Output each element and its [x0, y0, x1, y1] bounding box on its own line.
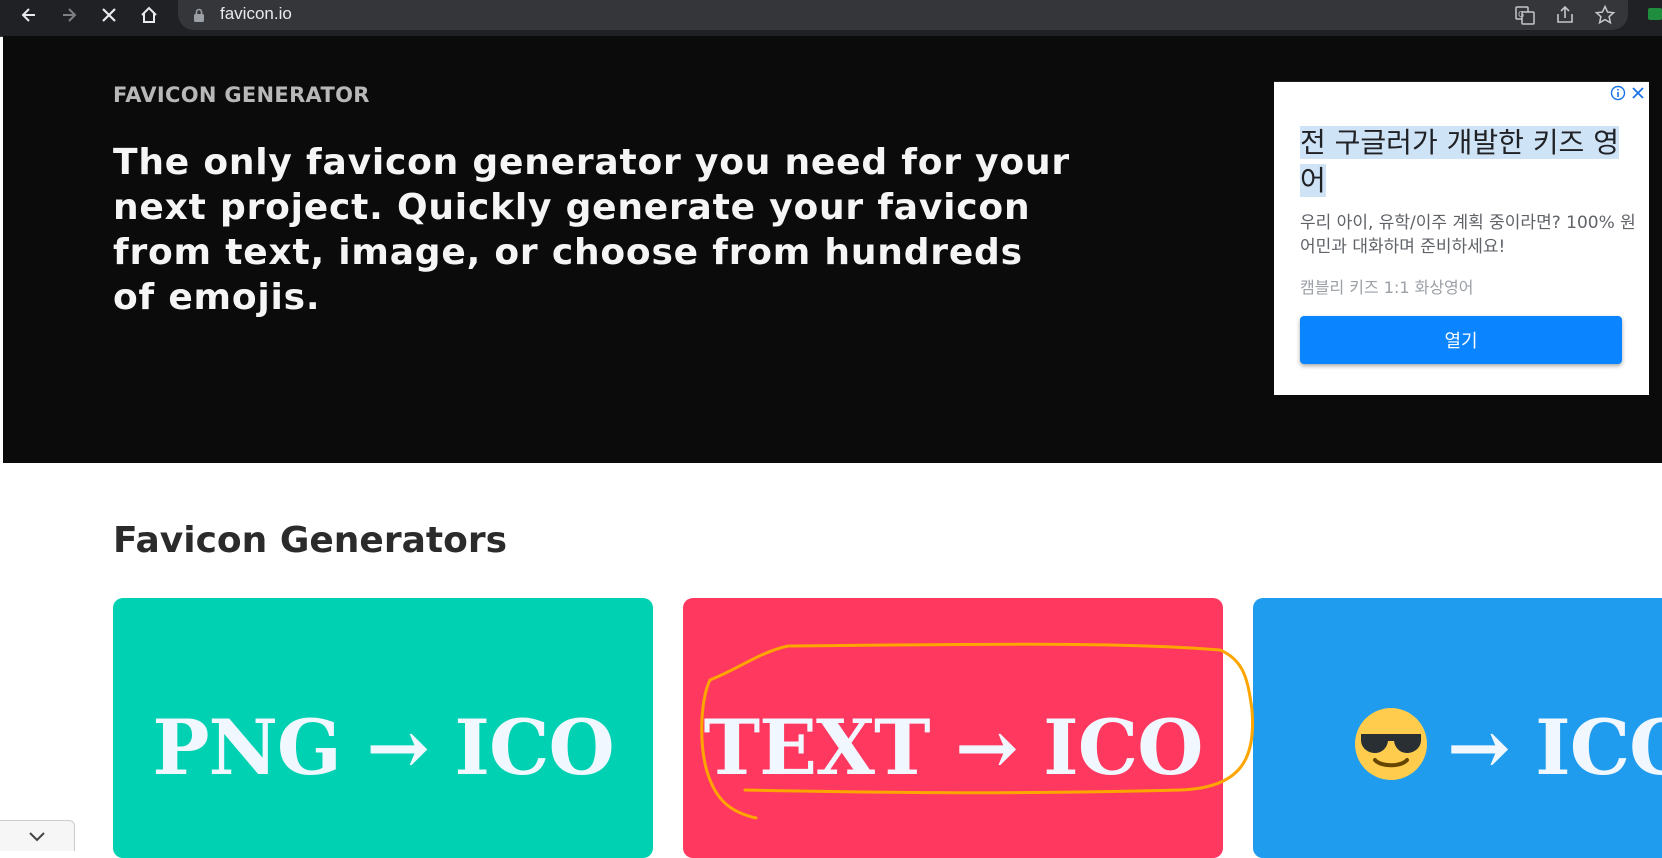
section-title: Favicon Generators	[113, 520, 507, 561]
ad-brand: 캠블리 키즈 1:1 화상영어	[1300, 278, 1474, 297]
hero-overline: FAVICON GENERATOR	[113, 83, 370, 107]
share-icon[interactable]	[1554, 4, 1576, 26]
browser-toolbar: favicon.io G	[0, 0, 1662, 37]
card-label: PNG → ICO	[152, 703, 614, 792]
card-emoji-to-ico[interactable]: → ICO	[1253, 598, 1662, 858]
advertisement[interactable]: 전 구글러가 개발한 키즈 영어 우리 아이, 유학/이주 계획 중이라면? 1…	[1274, 81, 1649, 395]
address-bar[interactable]: favicon.io G	[178, 0, 1628, 30]
card-label: TEXT → ICO	[703, 703, 1204, 792]
card-label: → ICO	[1353, 703, 1662, 792]
sunglasses-emoji-icon	[1355, 708, 1427, 780]
ad-open-button[interactable]: 열기	[1300, 316, 1622, 364]
lock-icon[interactable]	[192, 7, 206, 23]
home-icon[interactable]	[130, 0, 168, 30]
card-png-to-ico[interactable]: PNG → ICO	[113, 598, 653, 858]
card-label-text: → ICO	[1447, 703, 1662, 792]
translate-icon[interactable]: G	[1514, 4, 1536, 26]
stop-loading-icon[interactable]	[90, 0, 128, 30]
collapse-chevron-tab[interactable]	[0, 820, 75, 851]
back-icon[interactable]	[10, 0, 48, 30]
bookmark-star-icon[interactable]	[1594, 4, 1616, 26]
ad-description: 우리 아이, 유학/이주 계획 중이라면? 100% 원어민과 대화하며 준비하…	[1300, 213, 1636, 257]
ad-headline-text[interactable]: 전 구글러가 개발한 키즈 영어	[1300, 126, 1619, 197]
extension-icon[interactable]	[1648, 8, 1662, 20]
ad-headline[interactable]: 전 구글러가 개발한 키즈 영어	[1300, 124, 1640, 200]
ad-close-icon[interactable]	[1630, 85, 1646, 101]
forward-icon[interactable]	[50, 0, 88, 30]
chevron-down-icon[interactable]	[28, 830, 46, 842]
url-text[interactable]: favicon.io	[220, 3, 292, 25]
svg-text:G: G	[1518, 10, 1524, 19]
ad-info-icon[interactable]	[1610, 85, 1626, 101]
hero-heading: The only favicon generator you need for …	[113, 142, 1070, 318]
card-text-to-ico[interactable]: TEXT → ICO	[683, 598, 1223, 858]
